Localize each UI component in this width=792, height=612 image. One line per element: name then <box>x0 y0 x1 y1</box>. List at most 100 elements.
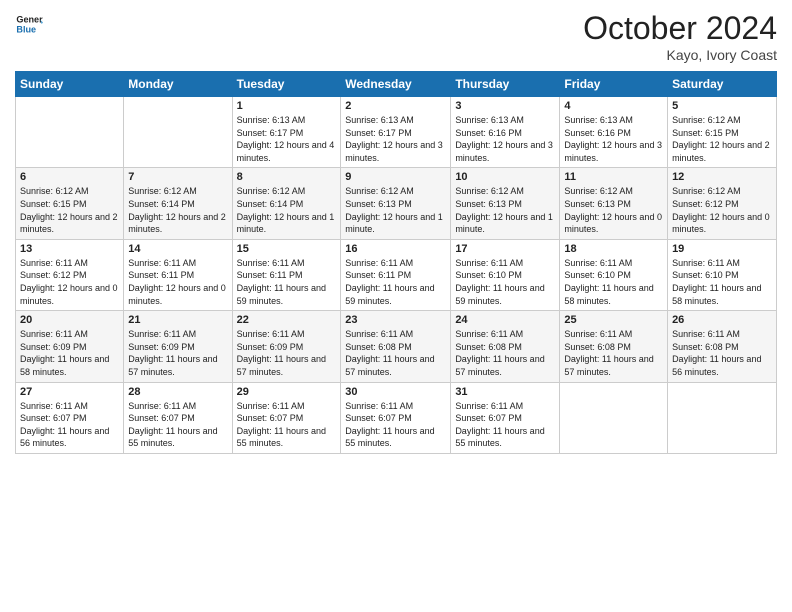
day-number: 25 <box>564 314 663 326</box>
day-info: Sunrise: 6:11 AM Sunset: 6:11 PM Dayligh… <box>128 257 227 307</box>
day-info: Sunrise: 6:11 AM Sunset: 6:08 PM Dayligh… <box>455 328 555 378</box>
day-info: Sunrise: 6:11 AM Sunset: 6:07 PM Dayligh… <box>237 400 337 450</box>
calendar-day-cell <box>560 382 668 453</box>
day-info: Sunrise: 6:11 AM Sunset: 6:09 PM Dayligh… <box>237 328 337 378</box>
logo-icon: General Blue <box>15 10 43 38</box>
day-number: 5 <box>672 100 772 112</box>
day-info: Sunrise: 6:12 AM Sunset: 6:13 PM Dayligh… <box>564 185 663 235</box>
day-info: Sunrise: 6:12 AM Sunset: 6:14 PM Dayligh… <box>237 185 337 235</box>
calendar-day-header: Wednesday <box>341 72 451 97</box>
day-number: 23 <box>345 314 446 326</box>
day-info: Sunrise: 6:13 AM Sunset: 6:17 PM Dayligh… <box>237 114 337 164</box>
day-number: 16 <box>345 243 446 255</box>
calendar-day-cell: 1 Sunrise: 6:13 AM Sunset: 6:17 PM Daylig… <box>232 97 341 168</box>
day-info: Sunrise: 6:11 AM Sunset: 6:08 PM Dayligh… <box>564 328 663 378</box>
svg-text:Blue: Blue <box>16 24 36 34</box>
day-info: Sunrise: 6:11 AM Sunset: 6:07 PM Dayligh… <box>345 400 446 450</box>
day-info: Sunrise: 6:11 AM Sunset: 6:12 PM Dayligh… <box>20 257 119 307</box>
calendar-day-cell: 12Sunrise: 6:12 AM Sunset: 6:12 PM Dayli… <box>668 168 777 239</box>
day-info: Sunrise: 6:11 AM Sunset: 6:10 PM Dayligh… <box>564 257 663 307</box>
day-number: 6 <box>20 171 119 183</box>
day-number: 30 <box>345 386 446 398</box>
day-number: 11 <box>564 171 663 183</box>
day-number: 12 <box>672 171 772 183</box>
calendar-day-cell: 30 Sunrise: 6:11 AM Sunset: 6:07 PM Dayli… <box>341 382 451 453</box>
location: Kayo, Ivory Coast <box>583 47 777 63</box>
calendar-week-row: 1 Sunrise: 6:13 AM Sunset: 6:17 PM Daylig… <box>16 97 777 168</box>
day-info: Sunrise: 6:13 AM Sunset: 6:16 PM Dayligh… <box>564 114 663 164</box>
day-number: 2 <box>345 100 446 112</box>
calendar-week-row: 20Sunrise: 6:11 AM Sunset: 6:09 PM Dayli… <box>16 311 777 382</box>
day-number: 21 <box>128 314 227 326</box>
calendar-day-cell: 13 Sunrise: 6:11 AM Sunset: 6:12 PM Dayli… <box>16 239 124 310</box>
day-number: 29 <box>237 386 337 398</box>
calendar-week-row: 6 Sunrise: 6:12 AM Sunset: 6:15 PM Daylig… <box>16 168 777 239</box>
day-info: Sunrise: 6:12 AM Sunset: 6:13 PM Dayligh… <box>345 185 446 235</box>
day-number: 19 <box>672 243 772 255</box>
day-number: 7 <box>128 171 227 183</box>
header-right: October 2024 Kayo, Ivory Coast <box>583 10 777 63</box>
svg-text:General: General <box>16 15 43 25</box>
header: General Blue October 2024 Kayo, Ivory Co… <box>15 10 777 63</box>
day-number: 17 <box>455 243 555 255</box>
month-title: October 2024 <box>583 10 777 47</box>
calendar-header-row: SundayMondayTuesdayWednesdayThursdayFrid… <box>16 72 777 97</box>
calendar-day-cell: 21 Sunrise: 6:11 AM Sunset: 6:09 PM Dayli… <box>124 311 232 382</box>
calendar-day-cell: 14 Sunrise: 6:11 AM Sunset: 6:11 PM Dayli… <box>124 239 232 310</box>
calendar-day-cell: 23 Sunrise: 6:11 AM Sunset: 6:08 PM Dayli… <box>341 311 451 382</box>
day-info: Sunrise: 6:11 AM Sunset: 6:10 PM Dayligh… <box>672 257 772 307</box>
day-number: 9 <box>345 171 446 183</box>
calendar-day-cell: 16 Sunrise: 6:11 AM Sunset: 6:11 PM Dayli… <box>341 239 451 310</box>
day-number: 4 <box>564 100 663 112</box>
calendar-day-header: Friday <box>560 72 668 97</box>
calendar-day-header: Sunday <box>16 72 124 97</box>
calendar-day-cell: 29 Sunrise: 6:11 AM Sunset: 6:07 PM Dayli… <box>232 382 341 453</box>
day-info: Sunrise: 6:11 AM Sunset: 6:09 PM Dayligh… <box>20 328 119 378</box>
day-info: Sunrise: 6:11 AM Sunset: 6:07 PM Dayligh… <box>455 400 555 450</box>
calendar-day-cell: 25 Sunrise: 6:11 AM Sunset: 6:08 PM Dayli… <box>560 311 668 382</box>
day-number: 28 <box>128 386 227 398</box>
calendar-day-cell <box>124 97 232 168</box>
calendar-day-header: Monday <box>124 72 232 97</box>
day-number: 3 <box>455 100 555 112</box>
day-info: Sunrise: 6:11 AM Sunset: 6:08 PM Dayligh… <box>672 328 772 378</box>
calendar-day-cell: 15 Sunrise: 6:11 AM Sunset: 6:11 PM Dayli… <box>232 239 341 310</box>
calendar-week-row: 27Sunrise: 6:11 AM Sunset: 6:07 PM Dayli… <box>16 382 777 453</box>
day-number: 26 <box>672 314 772 326</box>
day-info: Sunrise: 6:12 AM Sunset: 6:13 PM Dayligh… <box>455 185 555 235</box>
day-number: 15 <box>237 243 337 255</box>
calendar-day-cell: 10 Sunrise: 6:12 AM Sunset: 6:13 PM Dayli… <box>451 168 560 239</box>
calendar-day-cell: 18Sunrise: 6:11 AM Sunset: 6:10 PM Dayli… <box>560 239 668 310</box>
day-info: Sunrise: 6:12 AM Sunset: 6:15 PM Dayligh… <box>20 185 119 235</box>
calendar-day-cell: 6 Sunrise: 6:12 AM Sunset: 6:15 PM Daylig… <box>16 168 124 239</box>
calendar-day-cell <box>668 382 777 453</box>
day-info: Sunrise: 6:12 AM Sunset: 6:15 PM Dayligh… <box>672 114 772 164</box>
day-info: Sunrise: 6:11 AM Sunset: 6:09 PM Dayligh… <box>128 328 227 378</box>
day-number: 10 <box>455 171 555 183</box>
day-number: 13 <box>20 243 119 255</box>
day-info: Sunrise: 6:12 AM Sunset: 6:14 PM Dayligh… <box>128 185 227 235</box>
calendar-day-header: Thursday <box>451 72 560 97</box>
calendar-day-cell: 4 Sunrise: 6:13 AM Sunset: 6:16 PM Daylig… <box>560 97 668 168</box>
day-info: Sunrise: 6:11 AM Sunset: 6:08 PM Dayligh… <box>345 328 446 378</box>
calendar-day-header: Tuesday <box>232 72 341 97</box>
day-info: Sunrise: 6:13 AM Sunset: 6:17 PM Dayligh… <box>345 114 446 164</box>
calendar-day-cell: 22 Sunrise: 6:11 AM Sunset: 6:09 PM Dayli… <box>232 311 341 382</box>
day-number: 1 <box>237 100 337 112</box>
day-info: Sunrise: 6:11 AM Sunset: 6:07 PM Dayligh… <box>128 400 227 450</box>
day-info: Sunrise: 6:11 AM Sunset: 6:11 PM Dayligh… <box>345 257 446 307</box>
calendar-day-cell: 9 Sunrise: 6:12 AM Sunset: 6:13 PM Daylig… <box>341 168 451 239</box>
day-info: Sunrise: 6:11 AM Sunset: 6:10 PM Dayligh… <box>455 257 555 307</box>
calendar-day-cell: 5 Sunrise: 6:12 AM Sunset: 6:15 PM Daylig… <box>668 97 777 168</box>
day-number: 24 <box>455 314 555 326</box>
calendar-day-cell: 11 Sunrise: 6:12 AM Sunset: 6:13 PM Dayli… <box>560 168 668 239</box>
page: General Blue October 2024 Kayo, Ivory Co… <box>0 0 792 612</box>
calendar-day-cell: 19 Sunrise: 6:11 AM Sunset: 6:10 PM Dayli… <box>668 239 777 310</box>
calendar-week-row: 13 Sunrise: 6:11 AM Sunset: 6:12 PM Dayli… <box>16 239 777 310</box>
day-number: 22 <box>237 314 337 326</box>
day-number: 14 <box>128 243 227 255</box>
calendar-day-cell: 28 Sunrise: 6:11 AM Sunset: 6:07 PM Dayli… <box>124 382 232 453</box>
day-info: Sunrise: 6:11 AM Sunset: 6:11 PM Dayligh… <box>237 257 337 307</box>
day-number: 31 <box>455 386 555 398</box>
calendar-day-cell: 20Sunrise: 6:11 AM Sunset: 6:09 PM Dayli… <box>16 311 124 382</box>
